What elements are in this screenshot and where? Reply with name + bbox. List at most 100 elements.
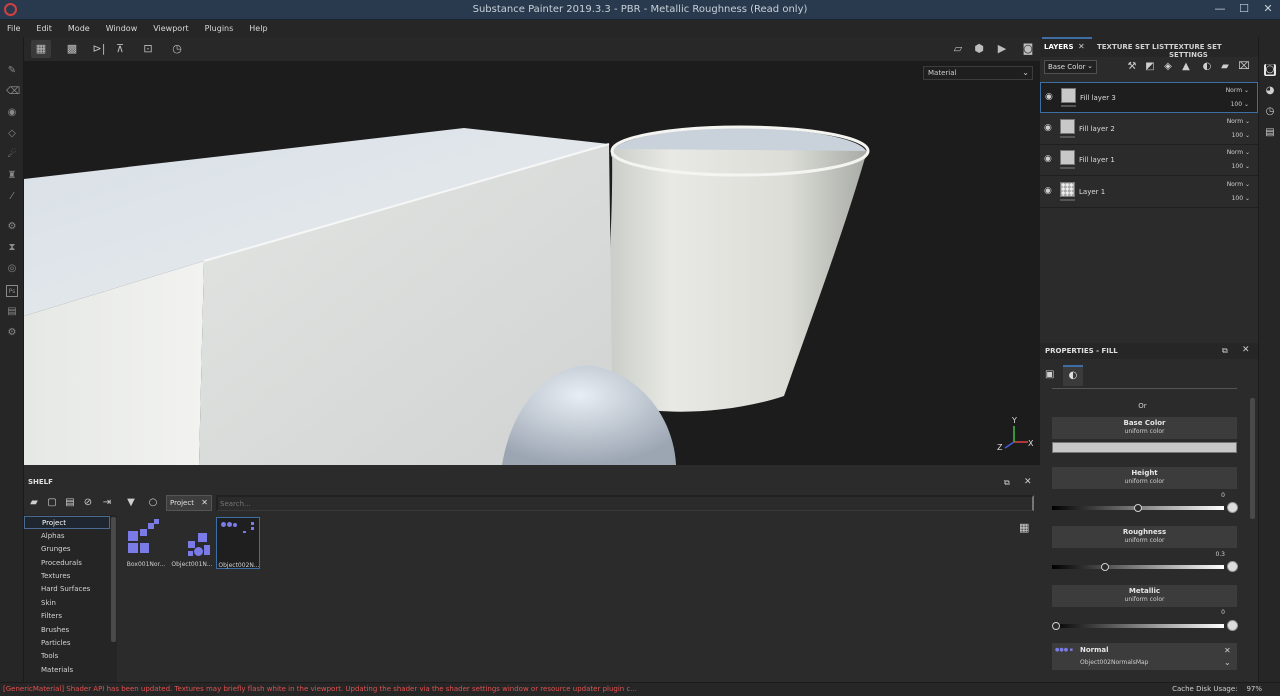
tab-fill-settings-icon[interactable]: ▣ bbox=[1045, 369, 1054, 380]
menu-plugins[interactable]: Plugins bbox=[198, 24, 243, 33]
menu-mode[interactable]: Mode bbox=[61, 24, 99, 33]
visibility-eye-icon[interactable]: ◉ bbox=[1044, 123, 1055, 134]
asset-thumbnail[interactable]: Box001Nor... bbox=[124, 517, 168, 569]
slider-knob[interactable] bbox=[1101, 563, 1110, 571]
channel-select[interactable]: Base Color ⌄ bbox=[1044, 60, 1097, 74]
visibility-eye-icon[interactable]: ◉ bbox=[1045, 92, 1056, 103]
opacity-select[interactable]: 100 ⌄ bbox=[1232, 195, 1250, 202]
settings-icon[interactable]: ⚙ bbox=[6, 327, 18, 339]
cube-view-icon[interactable]: ⬢ bbox=[969, 40, 989, 58]
projection-icon[interactable]: ◉ bbox=[6, 107, 18, 119]
save-icon[interactable]: ▤ bbox=[63, 496, 77, 510]
history-icon[interactable]: ◷ bbox=[1264, 106, 1276, 118]
smudge-icon[interactable]: ☄ bbox=[6, 149, 18, 161]
menu-file[interactable]: File bbox=[0, 24, 29, 33]
maximize-button[interactable]: ☐ bbox=[1234, 2, 1254, 15]
properties-scrollbar[interactable] bbox=[1250, 398, 1255, 519]
shader-settings-icon[interactable]: ◕ bbox=[1264, 85, 1276, 97]
properties-close-icon[interactable]: ✕ bbox=[1242, 345, 1250, 355]
photoshop-export-icon[interactable]: Ps bbox=[6, 285, 18, 297]
category-materials[interactable]: Materials bbox=[24, 664, 110, 677]
symmetry-y-icon[interactable]: ⊼ bbox=[110, 40, 130, 58]
visibility-eye-icon[interactable]: ◉ bbox=[1044, 154, 1055, 165]
layer-row[interactable]: ◉ Fill layer 2 Norm ⌄ 100 ⌄ bbox=[1040, 114, 1258, 145]
polygon-fill-icon[interactable]: ◇ bbox=[6, 128, 18, 140]
document-icon[interactable]: ▤ bbox=[6, 306, 18, 318]
add-paint-layer-icon[interactable]: ▲ bbox=[1180, 61, 1192, 73]
add-effect-icon[interactable]: ⚒ bbox=[1126, 61, 1138, 73]
tab-layers[interactable]: LAYERS bbox=[1044, 43, 1074, 51]
asset-thumbnail-selected[interactable]: Object002N... bbox=[216, 517, 260, 569]
slider-mode-icon[interactable] bbox=[1227, 620, 1238, 631]
blend-mode-select[interactable]: Norm ⌄ bbox=[1227, 181, 1250, 188]
category-tools[interactable]: Tools bbox=[24, 650, 110, 663]
asset-thumbnail[interactable]: Object001N... bbox=[170, 517, 214, 569]
layer-row[interactable]: ◉ Fill layer 3 Norm ⌄ 100 ⌄ bbox=[1040, 82, 1258, 113]
category-project[interactable]: Project bbox=[24, 516, 110, 529]
layer-row[interactable]: ◉ Layer 1 Norm ⌄ 100 ⌄ bbox=[1040, 177, 1258, 208]
grid-layout-icon[interactable]: ▦ bbox=[1019, 521, 1029, 534]
category-grunges[interactable]: Grunges bbox=[24, 543, 110, 556]
category-particles[interactable]: Particles bbox=[24, 637, 110, 650]
menu-help[interactable]: Help bbox=[242, 24, 276, 33]
category-alphas[interactable]: Alphas bbox=[24, 530, 110, 543]
slider-knob[interactable] bbox=[1134, 504, 1142, 512]
opacity-select[interactable]: 100 ⌄ bbox=[1231, 101, 1249, 108]
slider-mode-icon[interactable] bbox=[1227, 502, 1238, 513]
color-picker-icon[interactable]: ⁄ bbox=[6, 191, 18, 203]
add-layer-icon[interactable]: ◐ bbox=[1201, 61, 1213, 73]
clone-stamp-icon[interactable]: ♜ bbox=[6, 170, 18, 182]
blend-mode-select[interactable]: Norm ⌄ bbox=[1227, 149, 1250, 156]
display-settings-icon[interactable]: ◙ bbox=[1264, 64, 1276, 76]
log-icon[interactable]: ▤ bbox=[1264, 127, 1276, 139]
filter-icon[interactable]: ▼ bbox=[124, 496, 138, 510]
paint-brush-icon[interactable]: ✎ bbox=[6, 65, 18, 77]
shelf-close-icon[interactable]: ✕ bbox=[1024, 477, 1032, 487]
roughness-slider[interactable] bbox=[1052, 563, 1224, 571]
menu-viewport[interactable]: Viewport bbox=[146, 24, 197, 33]
tab-texture-set-list[interactable]: TEXTURE SET LIST bbox=[1097, 43, 1169, 51]
close-button[interactable]: ✕ bbox=[1258, 2, 1278, 15]
uv-grid-icon[interactable]: ▩ bbox=[62, 40, 82, 58]
screenshot-camera-icon[interactable]: ◙ bbox=[1018, 40, 1038, 58]
grid-view-icon[interactable]: ▦ bbox=[31, 40, 51, 58]
shelf-scrollbar[interactable] bbox=[111, 517, 116, 642]
blend-mode-select[interactable]: Norm ⌄ bbox=[1227, 118, 1250, 125]
slider-knob[interactable] bbox=[1052, 622, 1060, 630]
normal-channel-row[interactable]: ●●● ▪ Normal Object002NormalsMap ✕ ⌄ bbox=[1052, 643, 1237, 670]
hourglass-icon[interactable]: ⧗ bbox=[6, 242, 18, 254]
camera-video-icon[interactable]: ▶ bbox=[992, 40, 1012, 58]
undock-icon[interactable]: ⧉ bbox=[1004, 478, 1010, 488]
opacity-select[interactable]: 100 ⌄ bbox=[1232, 132, 1250, 139]
3d-viewport[interactable]: Y X Z Material ⌄ bbox=[24, 61, 1040, 465]
add-mask-icon[interactable]: ◩ bbox=[1144, 61, 1156, 73]
category-textures[interactable]: Textures bbox=[24, 570, 110, 583]
selection-mode-icon[interactable]: ▱ bbox=[948, 40, 968, 58]
layer-row[interactable]: ◉ Fill layer 1 Norm ⌄ 100 ⌄ bbox=[1040, 145, 1258, 176]
bake-icon[interactable]: ⚙ bbox=[6, 221, 18, 233]
hide-icon[interactable]: ⊘ bbox=[81, 496, 95, 510]
add-fill-layer-icon[interactable]: ◈ bbox=[1162, 61, 1174, 73]
tab-material-icon[interactable]: ◐ bbox=[1063, 365, 1083, 386]
category-procedurals[interactable]: Procedurals bbox=[24, 557, 110, 570]
tab-close-icon[interactable]: ✕ bbox=[201, 498, 208, 507]
base-color-swatch[interactable] bbox=[1052, 442, 1237, 453]
history-icon[interactable]: ◷ bbox=[167, 40, 187, 58]
new-resource-icon[interactable]: ▢ bbox=[45, 496, 59, 510]
blend-mode-select[interactable]: Norm ⌄ bbox=[1226, 87, 1249, 94]
import-icon[interactable]: ⇥ bbox=[100, 496, 114, 510]
undock-icon[interactable]: ⧉ bbox=[1222, 346, 1228, 356]
refresh-icon[interactable]: ○ bbox=[146, 496, 160, 510]
category-brushes[interactable]: Brushes bbox=[24, 624, 110, 637]
shelf-filter-tab[interactable]: Project ✕ bbox=[166, 495, 212, 511]
frame-icon[interactable]: ⊡ bbox=[138, 40, 158, 58]
minimize-button[interactable]: — bbox=[1210, 2, 1230, 15]
height-slider[interactable] bbox=[1052, 504, 1224, 512]
display-mode-select[interactable]: Material ⌄ bbox=[923, 66, 1033, 80]
symmetry-x-icon[interactable]: ⊳|⊲ bbox=[89, 40, 109, 73]
opacity-select[interactable]: 100 ⌄ bbox=[1232, 163, 1250, 170]
category-hard-surfaces[interactable]: Hard Surfaces bbox=[24, 583, 110, 596]
menu-edit[interactable]: Edit bbox=[29, 24, 61, 33]
display-settings-icon[interactable]: ◎ bbox=[6, 263, 18, 275]
shelf-search-input[interactable] bbox=[216, 495, 1034, 511]
